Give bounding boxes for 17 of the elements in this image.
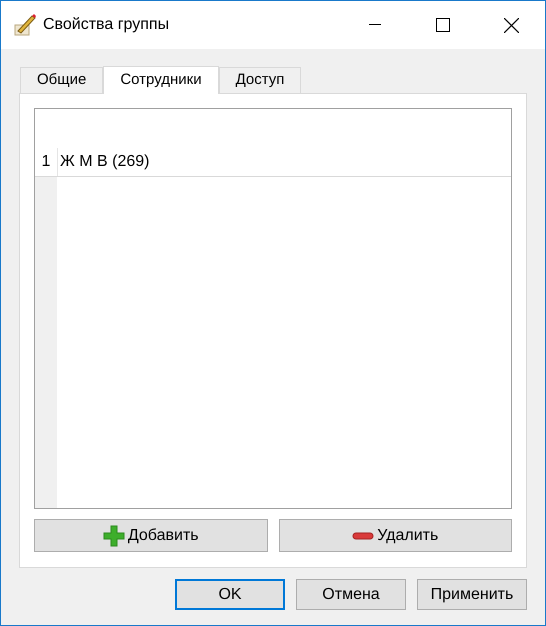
list-item[interactable]: Ж М В (269)	[57, 148, 511, 176]
tab[interactable]: Общие	[20, 67, 104, 93]
window-title: Свойства группы	[43, 15, 170, 35]
minus-icon	[352, 530, 374, 540]
tab[interactable]: Сотрудники	[103, 66, 219, 94]
pencil-paper-icon	[13, 13, 37, 37]
row-number: 1	[40, 152, 52, 172]
dialog-button[interactable]: OK	[175, 579, 285, 610]
dialog-button[interactable]: Применить	[417, 579, 527, 610]
plus-icon	[102, 524, 125, 546]
remove-button[interactable]: Удалить	[278, 519, 512, 552]
close-icon	[504, 18, 518, 32]
add-button[interactable]: Добавить	[34, 519, 268, 552]
tab[interactable]: Доступ	[218, 67, 302, 93]
dialog-button[interactable]: Отмена	[296, 579, 406, 610]
maximize-icon	[436, 18, 450, 32]
minimize-icon	[369, 24, 381, 26]
